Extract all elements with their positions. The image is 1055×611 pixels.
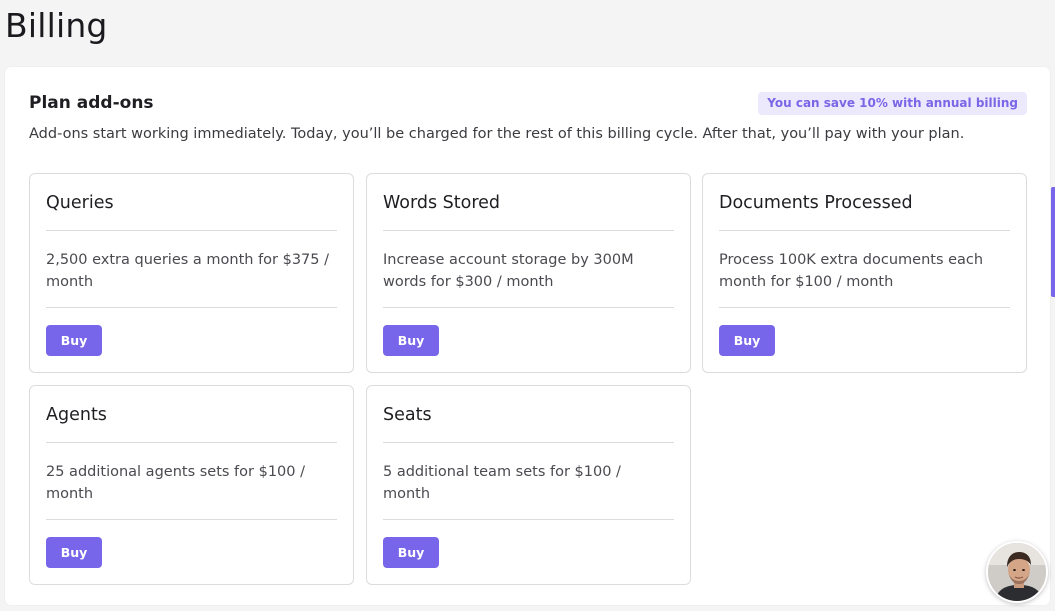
card-title: Documents Processed: [719, 193, 913, 213]
card-divider: [46, 442, 337, 443]
addon-card-seats: Seats 5 additional team sets for $100 / …: [366, 385, 691, 585]
buy-agents-button[interactable]: Buy: [46, 537, 102, 568]
addon-card-documents-processed: Documents Processed Process 100K extra d…: [702, 173, 1027, 373]
addon-card-queries: Queries 2,500 extra queries a month for …: [29, 173, 354, 373]
user-avatar[interactable]: [986, 541, 1048, 603]
card-description: Increase account storage by 300M words f…: [383, 252, 634, 290]
card-divider: [383, 442, 674, 443]
plan-addons-panel: Plan add-ons You can save 10% with annua…: [5, 67, 1050, 605]
card-divider: [383, 519, 674, 520]
section-description: Add-ons start working immediately. Today…: [29, 126, 965, 142]
card-title: Seats: [383, 405, 432, 425]
card-divider: [719, 230, 1010, 231]
buy-seats-button[interactable]: Buy: [383, 537, 439, 568]
card-description: 25 additional agents sets for $100 / mon…: [46, 464, 305, 502]
card-title: Words Stored: [383, 193, 501, 213]
card-description: 2,500 extra queries a month for $375 / m…: [46, 252, 330, 290]
card-divider: [46, 519, 337, 520]
buy-words-stored-button[interactable]: Buy: [383, 325, 439, 356]
scrollbar-thumb[interactable]: [1051, 187, 1055, 297]
page-title: Billing: [5, 6, 108, 45]
buy-documents-processed-button[interactable]: Buy: [719, 325, 775, 356]
card-title: Agents: [46, 405, 107, 425]
card-description: 5 additional team sets for $100 / month: [383, 464, 621, 502]
card-divider: [719, 307, 1010, 308]
card-divider: [46, 307, 337, 308]
card-divider: [383, 230, 674, 231]
addon-card-words-stored: Words Stored Increase account storage by…: [366, 173, 691, 373]
card-divider: [383, 307, 674, 308]
card-divider: [46, 230, 337, 231]
card-title: Queries: [46, 193, 114, 213]
annual-savings-badge: You can save 10% with annual billing: [758, 92, 1027, 115]
buy-queries-button[interactable]: Buy: [46, 325, 102, 356]
addon-card-agents: Agents 25 additional agents sets for $10…: [29, 385, 354, 585]
section-title: Plan add-ons: [29, 93, 154, 113]
card-description: Process 100K extra documents each month …: [719, 252, 984, 290]
